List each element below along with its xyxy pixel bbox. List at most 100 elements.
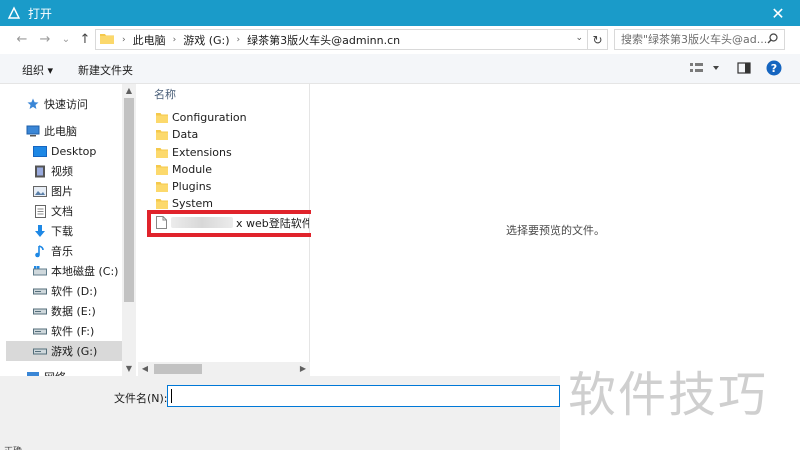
folder-icon bbox=[156, 164, 168, 175]
column-header-name[interactable]: 名称 bbox=[154, 86, 176, 102]
navigation-pane: 快速访问 此电脑 Desktop 视频 图片 文档 下载 音乐 本地磁盘 (C:… bbox=[0, 84, 136, 376]
folder-icon bbox=[156, 129, 168, 140]
window-title: 打开 bbox=[28, 6, 53, 21]
sidebar-item-drive-e[interactable]: 数据 (E:) bbox=[33, 301, 96, 321]
address-dropdown-icon[interactable]: ⌄ bbox=[575, 33, 583, 43]
file-name: Plugins bbox=[172, 180, 212, 193]
picture-icon bbox=[33, 184, 47, 198]
list-item[interactable]: Data bbox=[156, 126, 198, 143]
scrollbar-thumb[interactable] bbox=[124, 98, 134, 302]
preview-pane-icon[interactable] bbox=[737, 61, 751, 78]
search-icon[interactable] bbox=[767, 33, 778, 47]
filename-field-wrapper[interactable] bbox=[167, 385, 560, 407]
filename-input[interactable] bbox=[168, 386, 559, 406]
sidebar-item-label: 图片 bbox=[51, 185, 73, 198]
sidebar-item-label: Desktop bbox=[51, 144, 97, 158]
title-bar: 打开 ✕ bbox=[0, 0, 800, 26]
sidebar-item-desktop[interactable]: Desktop bbox=[33, 141, 96, 161]
star-icon bbox=[26, 97, 40, 111]
highlight-annotation-box bbox=[147, 210, 335, 237]
scroll-down-icon[interactable]: ▼ bbox=[122, 362, 136, 376]
organize-button[interactable]: 组织 ▾ bbox=[22, 62, 53, 78]
folder-icon bbox=[156, 147, 168, 158]
filename-label: 文件名(N): bbox=[114, 392, 168, 405]
drive-icon bbox=[33, 284, 47, 298]
document-icon bbox=[33, 204, 47, 218]
list-item[interactable]: Plugins bbox=[156, 178, 211, 195]
recent-locations-icon[interactable]: ⌄ bbox=[58, 32, 74, 48]
sidebar-item-videos[interactable]: 视频 bbox=[33, 161, 73, 181]
sidebar-item-label: 软件 (F:) bbox=[51, 325, 95, 338]
folder-icon bbox=[156, 198, 168, 209]
sidebar-item-this-pc[interactable]: 此电脑 bbox=[26, 121, 77, 141]
refresh-icon[interactable]: ↻ bbox=[588, 29, 608, 50]
breadcrumb-current-folder[interactable]: 绿茶第3版火车头@adminn.cn bbox=[247, 32, 400, 48]
up-icon[interactable]: ↑ bbox=[77, 32, 93, 48]
new-folder-button[interactable]: 新建文件夹 bbox=[78, 62, 133, 78]
breadcrumb-separator: › bbox=[172, 34, 177, 45]
folder-icon bbox=[156, 181, 168, 192]
scroll-left-icon[interactable]: ◀ bbox=[138, 362, 152, 376]
breadcrumb-this-pc[interactable]: 此电脑 bbox=[133, 32, 166, 48]
breadcrumb-drive-g[interactable]: 游戏 (G:) bbox=[183, 32, 229, 48]
search-box[interactable] bbox=[614, 29, 785, 50]
drive-icon bbox=[33, 344, 47, 358]
back-icon[interactable]: ← bbox=[14, 32, 30, 48]
file-name: Module bbox=[172, 163, 212, 176]
text-caret bbox=[171, 389, 172, 403]
breadcrumb-separator: › bbox=[122, 34, 126, 45]
file-name: Data bbox=[172, 128, 199, 141]
sidebar-item-label: 此电脑 bbox=[44, 125, 77, 138]
navigation-bar: ← → ⌄ ↑ › 此电脑 › 游戏 (G:) › 绿茶第3版火车头@admin… bbox=[0, 26, 800, 54]
download-icon bbox=[33, 224, 47, 238]
sidebar-item-label: 网络 bbox=[44, 369, 66, 376]
folder-icon bbox=[156, 112, 168, 123]
sidebar-item-label: 文档 bbox=[51, 205, 73, 218]
svg-text:?: ? bbox=[771, 62, 777, 75]
app-icon bbox=[6, 5, 22, 21]
breadcrumb: › 此电脑 › 游戏 (G:) › 绿茶第3版火车头@adminn.cn bbox=[114, 32, 400, 48]
drive-icon bbox=[33, 324, 47, 338]
navigation-pane-scrollbar[interactable]: ▲ ▼ bbox=[122, 84, 136, 376]
scrollbar-thumb[interactable] bbox=[154, 364, 202, 374]
computer-icon bbox=[26, 124, 40, 138]
sidebar-item-network[interactable]: 网络 bbox=[26, 367, 66, 376]
sidebar-item-drive-f[interactable]: 软件 (F:) bbox=[33, 321, 94, 341]
drive-icon bbox=[33, 304, 47, 318]
windows-drive-icon bbox=[33, 264, 47, 278]
scroll-up-icon[interactable]: ▲ bbox=[122, 84, 136, 98]
preview-pane: 选择要预览的文件。 bbox=[311, 84, 800, 376]
scroll-right-icon[interactable]: ▶ bbox=[296, 362, 310, 376]
command-toolbar: 组织 ▾ 新建文件夹 ? bbox=[0, 54, 800, 84]
sidebar-item-label: 本地磁盘 (C:) bbox=[51, 265, 119, 278]
sidebar-item-label: 数据 (E:) bbox=[51, 305, 96, 318]
file-list-horizontal-scrollbar[interactable]: ◀ ▶ bbox=[138, 362, 310, 376]
forward-icon[interactable]: → bbox=[37, 32, 53, 48]
sidebar-item-label: 软件 (D:) bbox=[51, 285, 98, 298]
sidebar-item-label: 视频 bbox=[51, 165, 73, 178]
sidebar-item-drive-c[interactable]: 本地磁盘 (C:) bbox=[33, 261, 118, 281]
sidebar-item-documents[interactable]: 文档 bbox=[33, 201, 73, 221]
desktop-icon bbox=[33, 144, 47, 158]
sidebar-item-quick-access[interactable]: 快速访问 bbox=[26, 94, 88, 114]
sidebar-item-drive-g[interactable]: 游戏 (G:) bbox=[6, 341, 122, 361]
file-name: System bbox=[172, 197, 214, 210]
list-item[interactable]: Configuration bbox=[156, 109, 247, 126]
watermark-text: 软件技巧 bbox=[568, 367, 769, 423]
sidebar-item-label: 快速访问 bbox=[44, 98, 88, 111]
list-item[interactable]: Module bbox=[156, 161, 212, 178]
list-item[interactable]: Extensions bbox=[156, 144, 232, 161]
sidebar-item-label: 下载 bbox=[51, 225, 73, 238]
sidebar-item-pictures[interactable]: 图片 bbox=[33, 181, 73, 201]
close-icon[interactable]: ✕ bbox=[756, 0, 800, 26]
cut-off-text: 正确 bbox=[4, 444, 22, 450]
sidebar-item-drive-d[interactable]: 软件 (D:) bbox=[33, 281, 97, 301]
search-input[interactable] bbox=[621, 33, 769, 46]
sidebar-item-downloads[interactable]: 下载 bbox=[33, 221, 73, 241]
address-bar[interactable]: › 此电脑 › 游戏 (G:) › 绿茶第3版火车头@adminn.cn ⌄ bbox=[95, 29, 588, 50]
view-options-icon[interactable] bbox=[690, 61, 720, 78]
help-icon[interactable]: ? bbox=[766, 60, 782, 79]
video-icon bbox=[33, 164, 47, 178]
preview-message: 选择要预览的文件。 bbox=[506, 224, 605, 237]
sidebar-item-music[interactable]: 音乐 bbox=[33, 241, 73, 261]
